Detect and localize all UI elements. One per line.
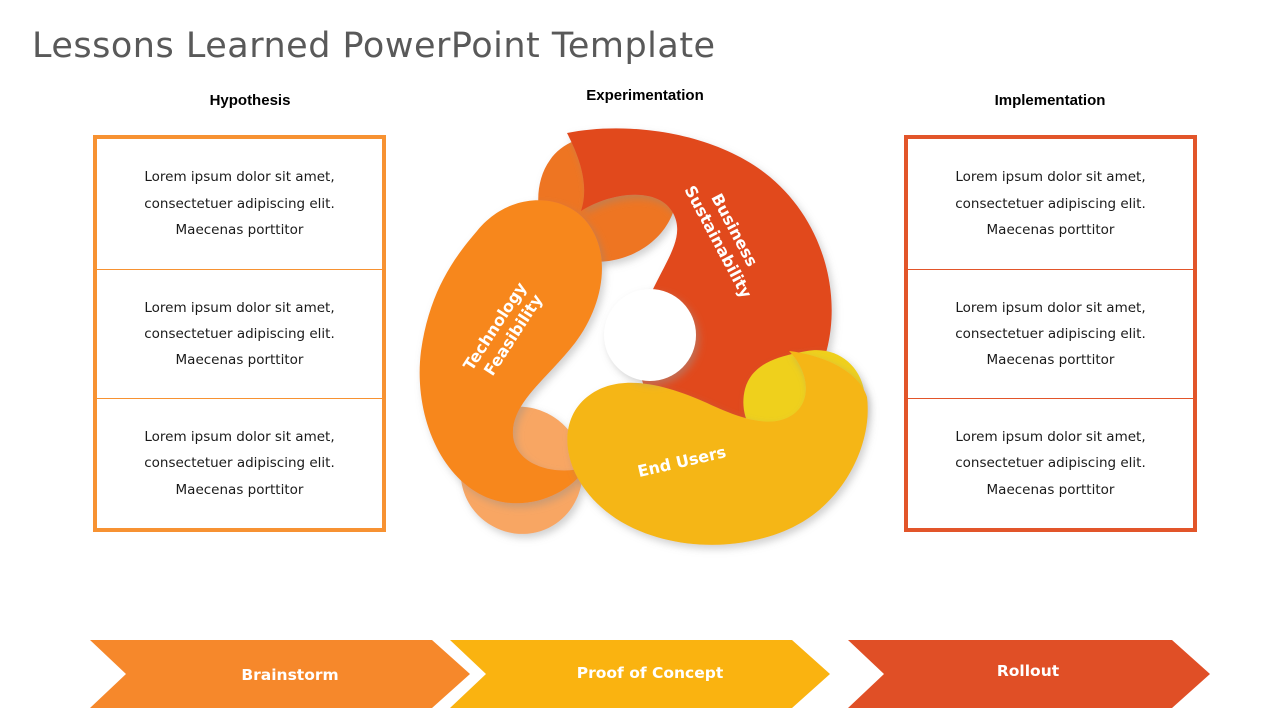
text-cell[interactable]: Lorem ipsum dolor sit amet, consectetuer… (97, 139, 382, 269)
chevron-label-proof-of-concept: Proof of Concept (577, 664, 724, 682)
process-chevron-banner: Brainstorm Proof of Concept Rollout (0, 632, 1280, 708)
chevron-label-brainstorm: Brainstorm (241, 666, 338, 684)
pinwheel-diagram: Business Sustainability Technology Feasi… (415, 115, 885, 545)
column-heading-hypothesis: Hypothesis (209, 92, 291, 109)
column-heading-implementation: Implementation (994, 92, 1106, 109)
page-title: Lessons Learned PowerPoint Template (32, 26, 716, 66)
text-cell[interactable]: Lorem ipsum dolor sit amet, consectetuer… (97, 398, 382, 528)
text-cell-body: Lorem ipsum dolor sit amet, consectetuer… (955, 429, 1146, 498)
text-cell[interactable]: Lorem ipsum dolor sit amet, consectetuer… (97, 268, 382, 399)
slide-canvas: Lessons Learned PowerPoint Template Hypo… (0, 0, 1280, 720)
text-cell[interactable]: Lorem ipsum dolor sit amet, consectetuer… (908, 139, 1193, 269)
text-cell-body: Lorem ipsum dolor sit amet, consectetuer… (955, 299, 1146, 369)
text-cell-body: Lorem ipsum dolor sit amet, consectetuer… (955, 169, 1146, 238)
chevron-step-proof-of-concept[interactable]: Proof of Concept (450, 640, 830, 708)
text-stack-implementation: Lorem ipsum dolor sit amet, consectetuer… (904, 135, 1197, 532)
pinwheel-center-circle (604, 289, 696, 381)
text-cell-body: Lorem ipsum dolor sit amet, consectetuer… (144, 169, 335, 238)
chevron-label-rollout: Rollout (997, 662, 1060, 680)
text-cell-body: Lorem ipsum dolor sit amet, consectetuer… (144, 299, 335, 369)
text-cell[interactable]: Lorem ipsum dolor sit amet, consectetuer… (908, 398, 1193, 528)
pinwheel-petal-technology-feasibility[interactable]: Technology Feasibility (419, 200, 602, 534)
text-cell[interactable]: Lorem ipsum dolor sit amet, consectetuer… (908, 268, 1193, 399)
column-heading-experimentation: Experimentation (586, 87, 704, 104)
text-cell-body: Lorem ipsum dolor sit amet, consectetuer… (144, 429, 335, 498)
chevron-step-brainstorm[interactable]: Brainstorm (90, 640, 470, 708)
text-stack-hypothesis: Lorem ipsum dolor sit amet, consectetuer… (93, 135, 386, 532)
chevron-step-rollout[interactable]: Rollout (848, 640, 1210, 708)
